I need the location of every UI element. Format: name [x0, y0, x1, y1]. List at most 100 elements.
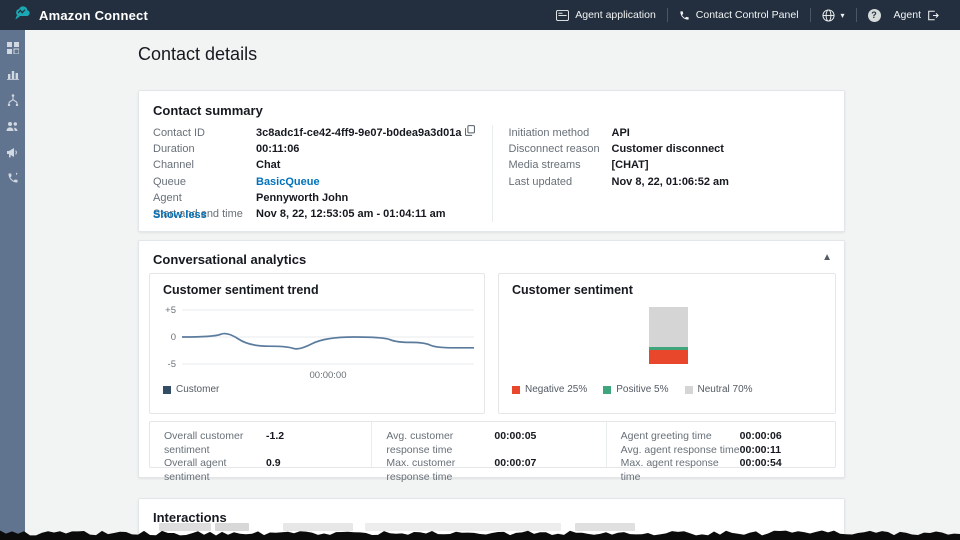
sidebar-item-channels[interactable]: [5, 146, 21, 162]
metric-row: Agent greeting time00:00:06: [621, 430, 821, 444]
summary-row-right-1: Disconnect reasonCustomer disconnect: [509, 141, 831, 157]
sidebar-item-routing[interactable]: [5, 94, 21, 110]
app-window-icon: [556, 10, 569, 21]
legend-swatch: [603, 386, 611, 394]
field-label: Duration: [153, 141, 256, 157]
summary-row-right-3: Last updatedNov 8, 22, 01:06:52 am: [509, 174, 831, 190]
metric-row: Overall customer sentiment-1.2: [164, 430, 357, 457]
metric-value: 00:00:11: [740, 444, 781, 458]
field-value: Pennyworth John: [256, 190, 348, 206]
y-axis-tick: 0: [154, 332, 176, 343]
metrics-column-2: Avg. customer response time00:00:05Max. …: [371, 422, 605, 467]
topbar-actions: Agent application Contact Control Panel …: [545, 0, 950, 30]
metric-label: Avg. agent response time: [621, 444, 740, 458]
summary-row-left-0: Contact ID3c8adc1f-ce42-4ff9-9e07-b0dea9…: [153, 125, 492, 141]
metric-label: Max. customer response time: [386, 457, 494, 484]
sentiment-panel-title: Customer sentiment: [512, 283, 633, 297]
contact-summary-title: Contact summary: [153, 103, 830, 118]
analytics-title: Conversational analytics: [153, 252, 830, 267]
field-value: Nov 8, 22, 12:53:05 am - 01:04:11 am: [256, 206, 446, 222]
show-less-link[interactable]: Show less: [153, 209, 207, 221]
connect-logo-icon: [12, 4, 31, 26]
sidebar-item-contact-search[interactable]: [5, 172, 21, 188]
bar-segment-neutral: [649, 307, 688, 347]
trend-legend: Customer: [163, 384, 219, 395]
bar-segment-negative: [649, 350, 688, 364]
customer-sentiment-panel: Customer sentiment Negative 25%Positive …: [498, 273, 836, 414]
sidebar-item-dashboard[interactable]: [5, 42, 21, 58]
metric-label: Max. agent response time: [621, 457, 740, 484]
contact-summary-card: Contact summary Contact ID3c8adc1f-ce42-…: [138, 90, 845, 232]
legend-swatch: [685, 386, 693, 394]
legend-swatch: [163, 386, 171, 394]
summary-row-left-3: QueueBasicQueue: [153, 174, 492, 190]
metric-label: Avg. customer response time: [386, 430, 494, 457]
legend-swatch: [512, 386, 520, 394]
language-selector[interactable]: ▾: [811, 0, 856, 30]
agent-application-label: Agent application: [575, 9, 656, 21]
left-nav: [0, 30, 25, 540]
collapse-chevron-icon[interactable]: ▲: [822, 253, 832, 263]
metric-label: Overall customer sentiment: [164, 430, 266, 457]
conversational-analytics-card: Conversational analytics ▲ Customer sent…: [138, 240, 845, 478]
sidebar-item-metrics[interactable]: [5, 68, 21, 84]
metric-row: Avg. customer response time00:00:05: [386, 430, 591, 457]
page-title: Contact details: [138, 44, 257, 65]
copy-icon[interactable]: [465, 125, 475, 141]
agent-menu[interactable]: Agent: [892, 0, 950, 30]
routing-icon: [7, 93, 19, 111]
legend-label: Positive 5%: [616, 384, 668, 395]
legend-label: Neutral 70%: [698, 384, 753, 395]
summary-row-right-2: Media streams[CHAT]: [509, 157, 831, 173]
field-value: 3c8adc1f-ce42-4ff9-9e07-b0dea9a3d01a: [256, 125, 475, 141]
sentiment-trend-panel: Customer sentiment trend +50-5 00:00:00 …: [149, 273, 485, 414]
metric-value: -1.2: [266, 430, 284, 457]
metric-row: Overall agent sentiment0.9: [164, 457, 357, 484]
field-value: Nov 8, 22, 01:06:52 am: [612, 174, 729, 190]
metrics-column-1: Overall customer sentiment-1.2Overall ag…: [150, 422, 371, 467]
sidebar-item-users[interactable]: [5, 120, 21, 136]
users-icon: [6, 119, 19, 137]
phone-icon: [679, 10, 690, 21]
globe-icon: [822, 9, 835, 22]
metric-value: 0.9: [266, 457, 281, 484]
field-label: Channel: [153, 157, 256, 173]
legend-item-customer: Customer: [163, 384, 219, 395]
field-value: [CHAT]: [612, 157, 649, 173]
field-label: Contact ID: [153, 125, 256, 141]
contact-control-panel-button[interactable]: Contact Control Panel: [668, 0, 810, 30]
field-value: 00:11:06: [256, 141, 299, 157]
metric-value-link[interactable]: 00:00:07: [494, 457, 536, 484]
help-button[interactable]: ?: [857, 0, 892, 30]
trend-line: [182, 334, 474, 349]
metric-label: Overall agent sentiment: [164, 457, 266, 484]
field-label: Initiation method: [509, 125, 612, 141]
summary-row-left-4: AgentPennyworth John: [153, 190, 492, 206]
queue-link[interactable]: BasicQueue: [256, 174, 320, 190]
sentiment-stacked-bar: [649, 307, 688, 364]
brand: Amazon Connect: [12, 4, 148, 26]
metric-row: Max. agent response time00:00:54: [621, 457, 821, 484]
legend-item-neutral: Neutral 70%: [685, 384, 753, 395]
field-value: Chat: [256, 157, 280, 173]
caret-down-icon: ▾: [841, 11, 845, 20]
metrics-icon: [7, 67, 19, 85]
summary-row-right-0: Initiation methodAPI: [509, 125, 831, 141]
field-label: Last updated: [509, 174, 612, 190]
metric-row: Max. customer response time00:00:07: [386, 457, 591, 484]
metric-row: Avg. agent response time00:00:11: [621, 444, 821, 458]
metric-value-link[interactable]: 00:00:54: [740, 457, 782, 484]
agent-application-button[interactable]: Agent application: [545, 0, 667, 30]
field-label: Queue: [153, 174, 256, 190]
field-label: Media streams: [509, 157, 612, 173]
field-value: Customer disconnect: [612, 141, 724, 157]
analytics-metrics-panel: Overall customer sentiment-1.2Overall ag…: [149, 421, 836, 468]
summary-row-left-2: ChannelChat: [153, 157, 492, 173]
trend-panel-title: Customer sentiment trend: [163, 283, 319, 297]
summary-row-left-1: Duration00:11:06: [153, 141, 492, 157]
sign-out-icon: [927, 10, 939, 21]
field-label: Agent: [153, 190, 256, 206]
metrics-column-3: Agent greeting time00:00:06Avg. agent re…: [606, 422, 835, 467]
ccp-label: Contact Control Panel: [696, 9, 799, 21]
y-axis-tick: -5: [154, 359, 176, 370]
